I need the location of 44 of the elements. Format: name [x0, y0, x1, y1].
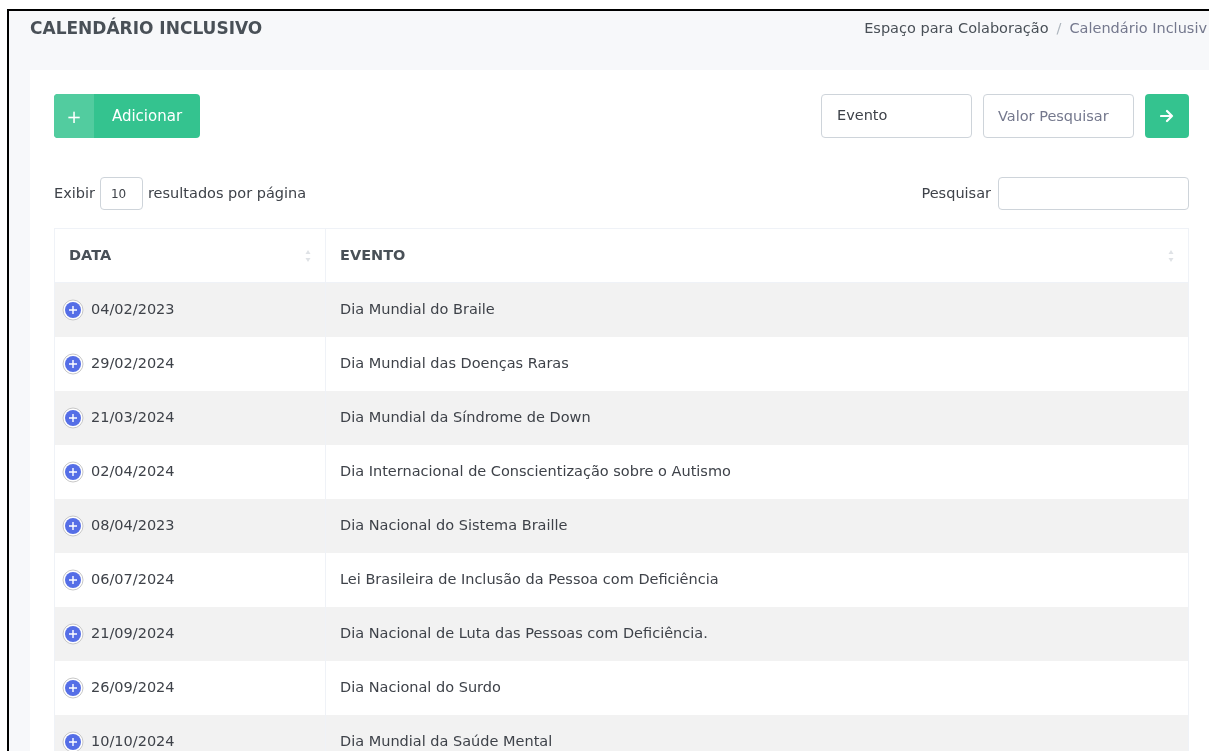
breadcrumb-link[interactable]: Espaço para Colaboração	[864, 18, 1049, 40]
breadcrumb-link[interactable]: Calendário Inclusiv	[1069, 18, 1207, 40]
date-cell-text: 06/07/2024	[91, 570, 175, 590]
search-field[interactable]	[998, 177, 1189, 210]
column-header[interactable]: DATA	[55, 229, 326, 282]
search-label: Pesquisar	[921, 183, 991, 203]
event-cell-text: Dia Mundial do Braile	[340, 300, 495, 320]
event-cell-text: Dia Nacional de Luta das Pessoas com Deficiência.	[340, 624, 708, 644]
event-cell-text: Dia Internacional de Conscientização sobre o Autismo	[340, 462, 731, 482]
event-cell-text: Dia Mundial da Síndrome de Down	[340, 408, 591, 428]
expand-icon[interactable]	[62, 353, 84, 375]
event-cell-text: Lei Brasileira de Inclusão da Pessoa com Deficiência	[340, 570, 719, 590]
expand-icon[interactable]	[62, 515, 84, 537]
expand-icon[interactable]	[62, 407, 84, 429]
expand-icon[interactable]	[62, 731, 84, 751]
date-cell-text: 21/09/2024	[91, 624, 175, 644]
expand-icon[interactable]	[62, 677, 84, 699]
expand-icon[interactable]	[62, 623, 84, 645]
date-cell-text: 10/10/2024	[91, 732, 175, 751]
date-cell-text: 26/09/2024	[91, 678, 175, 698]
show-label: Exibir	[54, 183, 95, 203]
expand-icon[interactable]	[62, 461, 84, 483]
expand-icon[interactable]	[62, 569, 84, 591]
date-cell-text: 08/04/2023	[91, 516, 175, 536]
search-value-field[interactable]: Valor Pesquisar	[983, 94, 1134, 138]
plus-icon: +	[54, 94, 94, 138]
sort-icon	[1168, 248, 1174, 263]
date-cell-text: 29/02/2024	[91, 354, 175, 374]
event-cell-text: Dia Mundial da Saúde Mental	[340, 732, 553, 751]
sort-icon	[305, 248, 311, 263]
event-cell-text: Dia Nacional do Sistema Braille	[340, 516, 568, 536]
per-page-label: resultados por página	[147, 183, 307, 203]
expand-icon[interactable]	[62, 299, 84, 321]
arrow-right-icon	[1160, 109, 1174, 123]
event-cell-text: Dia Nacional do Surdo	[340, 678, 501, 698]
event-cell-text: Dia Mundial das Doenças Raras	[340, 354, 569, 374]
page-title: CALENDÁRIO INCLUSIVO	[30, 16, 263, 41]
date-cell-text: 21/03/2024	[91, 408, 175, 428]
breadcrumb-separator: /	[1056, 19, 1062, 39]
date-cell-text: 04/02/2023	[91, 300, 175, 320]
column-header[interactable]: EVENTO	[326, 229, 1188, 282]
page-length-select[interactable]: 10	[99, 177, 143, 210]
date-cell-text: 02/04/2024	[91, 462, 175, 482]
filter-select[interactable]: Evento	[821, 94, 972, 138]
